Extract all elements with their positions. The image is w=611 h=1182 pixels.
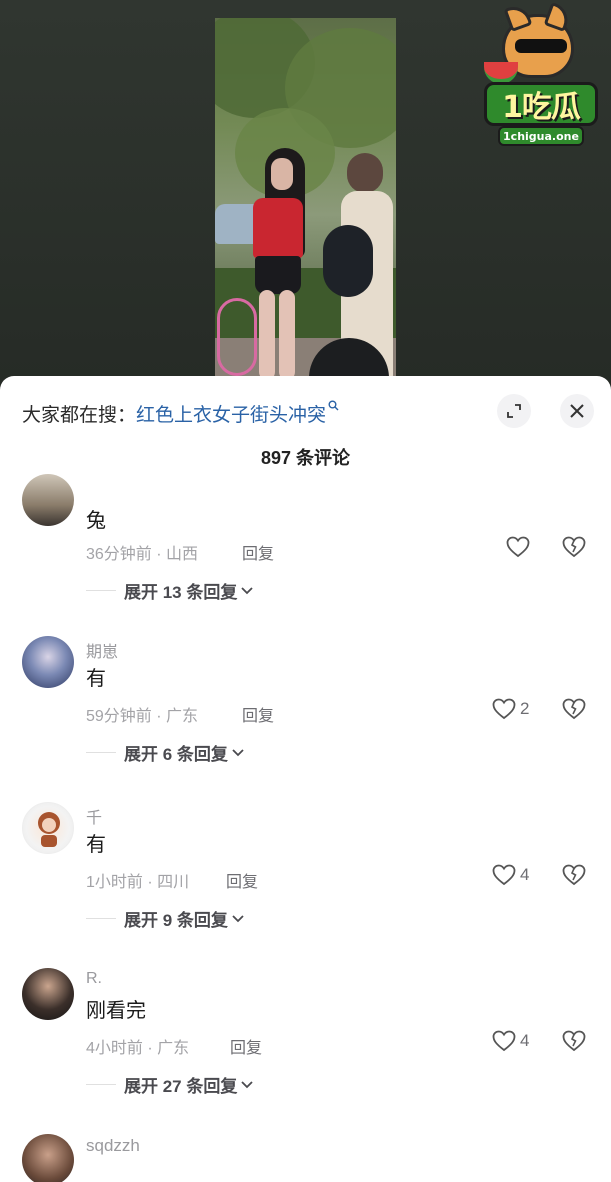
expand-replies[interactable]: 展开 27 条回复 xyxy=(86,1072,253,1097)
broken-heart-icon xyxy=(562,536,586,558)
comment-text: 有 xyxy=(86,834,106,856)
dislike-button[interactable] xyxy=(562,864,586,890)
broken-heart-icon xyxy=(562,698,586,720)
expand-icon xyxy=(507,404,521,418)
like-count: 4 xyxy=(520,865,530,884)
like-count: 4 xyxy=(520,1031,530,1050)
comment-text: 有 xyxy=(86,668,106,690)
comment-username[interactable]: 期崽 xyxy=(86,638,118,662)
trending-search-term[interactable]: 红色上衣女子街头冲突 xyxy=(136,400,326,427)
reply-button[interactable]: 回复 xyxy=(230,1034,262,1058)
comment-text: 刚看完 xyxy=(86,1000,146,1022)
comment-sheet: 大家都在搜： 红色上衣女子街头冲突 897 条评论 兔 36分钟前 · 山西 回… xyxy=(0,376,611,1182)
expand-button[interactable] xyxy=(497,394,531,428)
expand-replies-label: 展开 27 条回复 xyxy=(124,1077,238,1096)
avatar[interactable] xyxy=(22,802,74,854)
comment-item: 兔 36分钟前 · 山西 回复 展开 13 条回复 xyxy=(0,474,611,644)
expand-replies[interactable]: 展开 9 条回复 xyxy=(86,906,244,931)
heart-icon xyxy=(492,698,516,720)
like-button[interactable]: 4 xyxy=(492,864,529,886)
like-count: 2 xyxy=(520,699,530,718)
comment-meta: 59分钟前 · 广东 xyxy=(86,708,199,725)
chevron-down-icon xyxy=(241,1080,253,1088)
logo-text: 1吃瓜 xyxy=(502,90,581,125)
brand-logo: 1吃瓜 1chigua.one xyxy=(480,1,600,150)
comment-username[interactable]: 千 xyxy=(86,804,102,828)
comment-count-title: 897 条评论 xyxy=(260,448,351,468)
expand-replies[interactable]: 展开 13 条回复 xyxy=(86,578,253,603)
like-button[interactable] xyxy=(506,536,530,558)
heart-icon xyxy=(492,864,516,886)
expand-replies-label: 展开 6 条回复 xyxy=(124,745,228,764)
comment-username[interactable]: R. xyxy=(86,970,102,988)
chevron-down-icon xyxy=(241,586,253,594)
person-red-top xyxy=(247,148,307,376)
reply-button[interactable]: 回复 xyxy=(242,540,274,564)
search-icon xyxy=(328,400,339,414)
comment-item: 期崽 有 59分钟前 · 广东 回复 2 展开 6 条回复 xyxy=(0,636,611,796)
video-area[interactable]: 1吃瓜 1chigua.one xyxy=(0,0,611,390)
trending-search[interactable]: 大家都在搜： 红色上衣女子街头冲突 xyxy=(22,398,339,428)
reply-button[interactable]: 回复 xyxy=(242,702,274,726)
comment-item: R. 刚看完 4小时前 · 广东 回复 4 展开 27 条回复 xyxy=(0,968,611,1128)
comment-meta: 1小时前 · 四川 xyxy=(86,874,190,891)
heart-icon xyxy=(492,1030,516,1052)
close-button[interactable] xyxy=(560,394,594,428)
heart-icon xyxy=(506,536,530,558)
comment-item: sqdzzh xyxy=(0,1134,611,1182)
comment-meta: 36分钟前 · 山西 xyxy=(86,546,199,563)
comment-item: 千 有 1小时前 · 四川 回复 4 展开 9 条回复 xyxy=(0,802,611,962)
comment-username[interactable]: sqdzzh xyxy=(86,1136,140,1156)
close-icon xyxy=(570,404,584,418)
avatar[interactable] xyxy=(22,968,74,1020)
like-button[interactable]: 4 xyxy=(492,1030,529,1052)
dislike-button[interactable] xyxy=(562,536,586,562)
logo-url: 1chigua.one xyxy=(503,129,579,143)
chevron-down-icon xyxy=(232,748,244,756)
reply-button[interactable]: 回复 xyxy=(226,868,258,892)
watermelon-icon xyxy=(484,62,518,84)
avatar[interactable] xyxy=(22,636,74,688)
dislike-button[interactable] xyxy=(562,698,586,724)
avatar[interactable] xyxy=(22,1134,74,1182)
broken-heart-icon xyxy=(562,864,586,886)
sunglasses-icon xyxy=(515,39,567,53)
comment-meta: 4小时前 · 广东 xyxy=(86,1040,190,1057)
avatar[interactable] xyxy=(22,474,74,526)
comment-text: 兔 xyxy=(86,510,106,532)
dislike-button[interactable] xyxy=(562,1030,586,1056)
expand-replies-label: 展开 9 条回复 xyxy=(124,911,228,930)
chevron-down-icon xyxy=(232,914,244,922)
expand-replies[interactable]: 展开 6 条回复 xyxy=(86,740,244,765)
broken-heart-icon xyxy=(562,1030,586,1052)
video-frame[interactable] xyxy=(215,18,396,376)
expand-replies-label: 展开 13 条回复 xyxy=(124,583,238,602)
like-button[interactable]: 2 xyxy=(492,698,529,720)
trending-search-prefix: 大家都在搜： xyxy=(22,404,137,426)
